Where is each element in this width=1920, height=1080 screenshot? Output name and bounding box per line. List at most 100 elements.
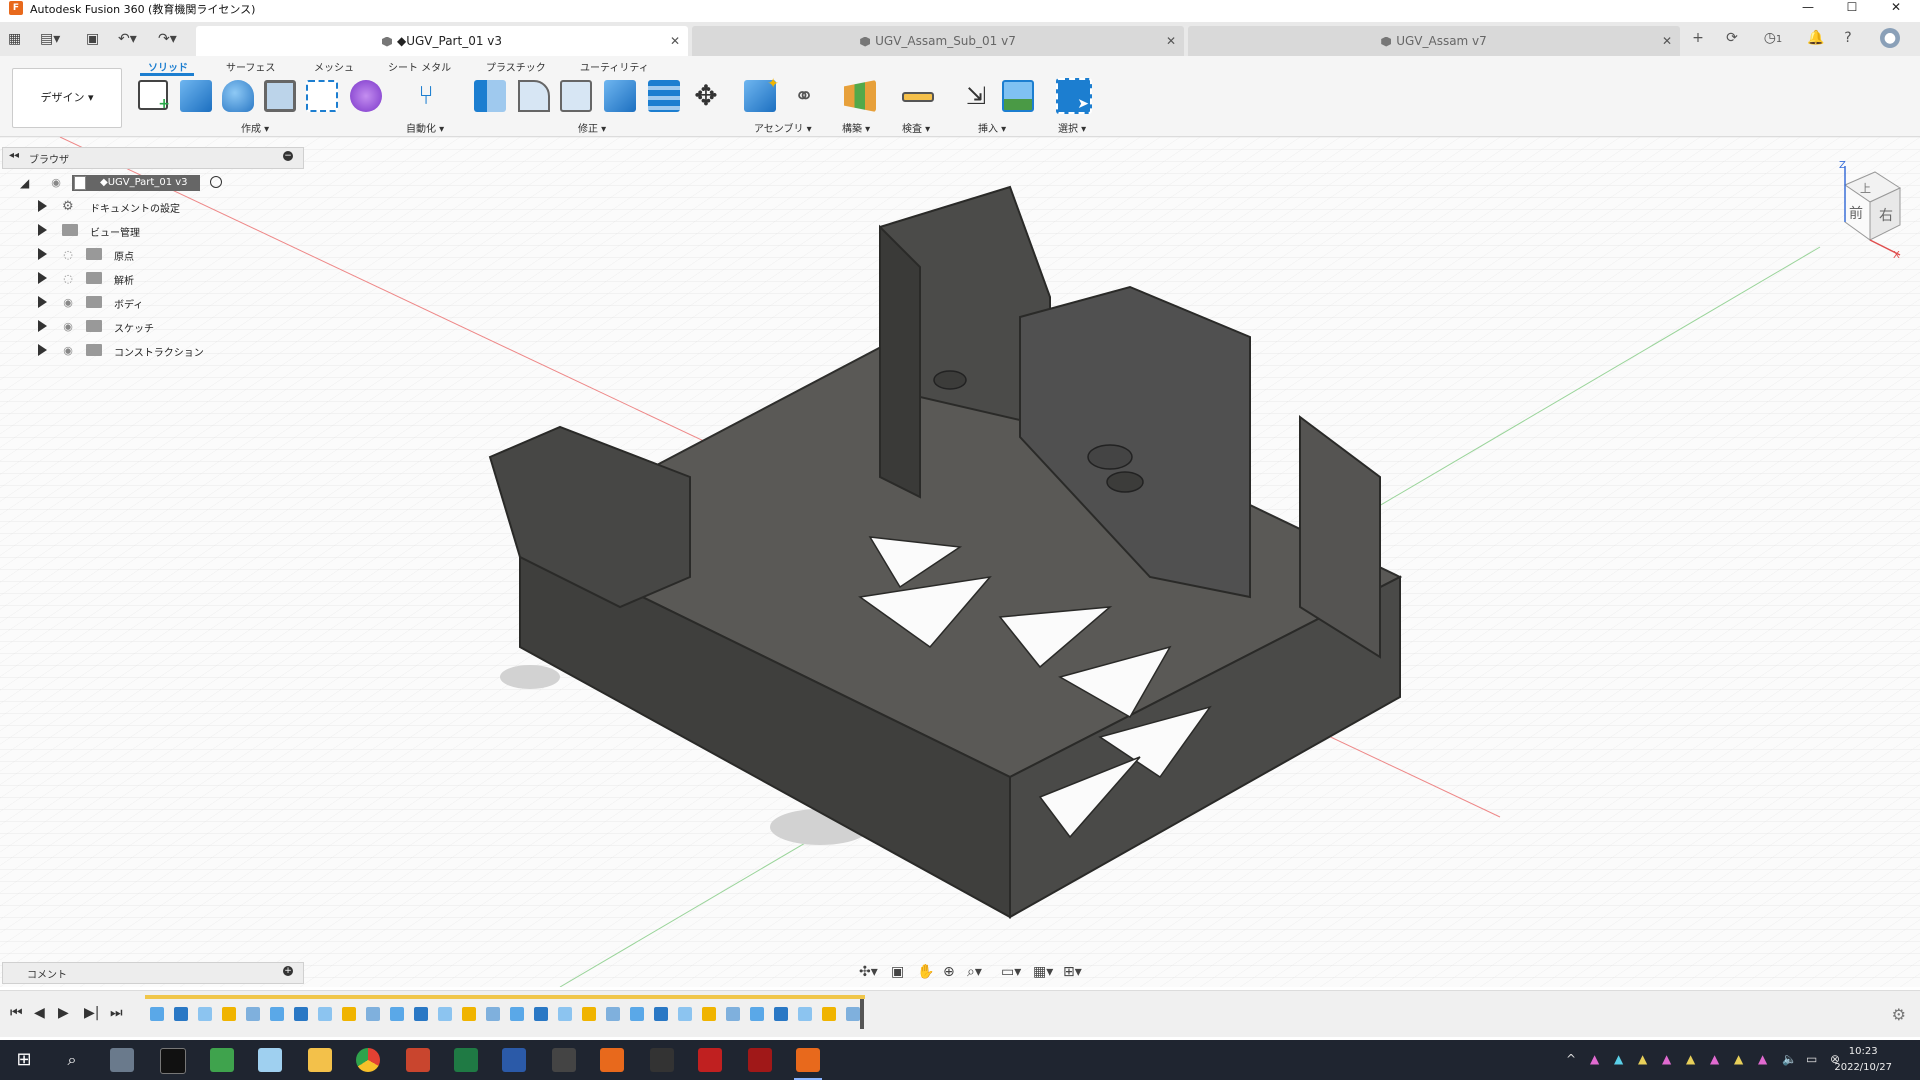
visibility-eye-icon[interactable]: ◉ xyxy=(62,321,74,333)
viewports-icon[interactable]: ⊞▾ xyxy=(1063,964,1082,980)
timeline-feature-icon[interactable] xyxy=(654,1007,668,1021)
tray-app-icon[interactable]: ▲ xyxy=(1590,1052,1599,1066)
save-icon[interactable]: ▣ xyxy=(86,31,99,47)
zoom-icon[interactable]: ⊕ xyxy=(943,964,955,980)
hidden-eye-icon[interactable]: ◌ xyxy=(62,249,74,261)
close-window-button[interactable]: ✕ xyxy=(1876,0,1916,16)
fillet-icon[interactable] xyxy=(518,80,550,112)
powerpoint-icon[interactable] xyxy=(406,1048,430,1072)
timeline-feature-icon[interactable] xyxy=(342,1007,356,1021)
timeline-feature-icon[interactable] xyxy=(702,1007,716,1021)
start-icon[interactable]: ⊞ xyxy=(12,1048,36,1072)
redo-icon[interactable]: ↷▾ xyxy=(158,31,177,47)
tray-overflow-icon[interactable]: ^ xyxy=(1566,1052,1576,1066)
maximize-button[interactable]: ☐ xyxy=(1832,0,1872,16)
close-tab-icon[interactable]: ✕ xyxy=(670,26,680,56)
measure-icon[interactable] xyxy=(902,92,934,102)
timeline-feature-icon[interactable] xyxy=(294,1007,308,1021)
group-construct[interactable]: 構築 ▾ xyxy=(842,120,870,135)
cad-app-icon[interactable] xyxy=(650,1048,674,1072)
job-status-icon[interactable]: ◷1 xyxy=(1756,28,1790,48)
expand-caret-icon[interactable] xyxy=(38,248,47,260)
group-inspect[interactable]: 検査 ▾ xyxy=(902,120,930,135)
timeline-feature-icon[interactable] xyxy=(798,1007,812,1021)
timeline-feature-icon[interactable] xyxy=(678,1007,692,1021)
comments-panel[interactable]: コメント + xyxy=(2,962,304,984)
tree-root-row[interactable]: ◢ ◉ ◆UGV_Part_01 v3 xyxy=(14,172,314,194)
sync-icon[interactable]: ⟳ xyxy=(1722,28,1742,48)
close-tab-icon[interactable]: ✕ xyxy=(1166,26,1176,56)
tree-item-document-settings[interactable]: ⚙ ドキュメントの設定 xyxy=(14,196,314,218)
expand-caret-icon[interactable] xyxy=(38,296,47,308)
tab-solid[interactable]: ソリッド xyxy=(148,59,188,74)
expand-caret-icon[interactable] xyxy=(38,200,47,212)
group-insert[interactable]: 挿入 ▾ xyxy=(978,120,1006,135)
timeline-feature-icon[interactable] xyxy=(174,1007,188,1021)
tree-item-named-views[interactable]: ビュー管理 xyxy=(14,220,314,242)
timeline-feature-icon[interactable] xyxy=(822,1007,836,1021)
new-tab-icon[interactable]: + xyxy=(1688,28,1708,48)
insert-derive-icon[interactable]: ⇲ xyxy=(960,80,992,112)
offset-plane-icon[interactable] xyxy=(844,80,876,112)
tree-item-analysis[interactable]: ◌ 解析 xyxy=(14,268,314,290)
collapse-root-icon[interactable]: ◢ xyxy=(20,176,34,190)
tree-item-construction[interactable]: ◉ コンストラクション xyxy=(14,340,314,362)
word-icon[interactable] xyxy=(502,1048,526,1072)
timeline-feature-icon[interactable] xyxy=(846,1007,860,1021)
insert-canvas-icon[interactable] xyxy=(1002,80,1034,112)
look-at-icon[interactable]: ▣ xyxy=(891,964,904,980)
group-automate[interactable]: 自動化 ▾ xyxy=(406,120,444,135)
visibility-eye-icon[interactable]: ◉ xyxy=(62,345,74,357)
timeline-feature-icon[interactable] xyxy=(726,1007,740,1021)
timeline-feature-icon[interactable] xyxy=(750,1007,764,1021)
timeline-feature-icon[interactable] xyxy=(438,1007,452,1021)
revolve-icon[interactable] xyxy=(222,80,254,112)
solidworks-icon[interactable] xyxy=(698,1048,722,1072)
select-icon[interactable]: ➤ xyxy=(1056,78,1092,114)
system-clock[interactable]: 10:23 2022/10/27 xyxy=(1834,1044,1892,1076)
timeline-feature-icon[interactable] xyxy=(270,1007,284,1021)
expand-caret-icon[interactable] xyxy=(38,224,47,236)
tray-app-icon[interactable]: ▲ xyxy=(1758,1052,1767,1066)
tab-ugv-part-01[interactable]: ◆UGV_Part_01 v3 ✕ xyxy=(196,26,688,56)
joint-icon[interactable]: ⚭ xyxy=(788,80,820,112)
group-create[interactable]: 作成 ▾ xyxy=(241,120,269,135)
timeline-feature-icon[interactable] xyxy=(150,1007,164,1021)
close-tab-icon[interactable]: ✕ xyxy=(1662,26,1672,56)
collapse-browser-icon[interactable]: ◂◂ xyxy=(9,150,19,161)
expand-caret-icon[interactable] xyxy=(38,344,47,356)
help-icon[interactable]: ? xyxy=(1838,28,1858,48)
pen-app-icon[interactable] xyxy=(258,1048,282,1072)
tab-mesh[interactable]: メッシュ xyxy=(314,59,354,74)
timeline-feature-icon[interactable] xyxy=(390,1007,404,1021)
terminal-icon[interactable] xyxy=(160,1048,186,1074)
notifications-icon[interactable]: 🔔 xyxy=(1806,28,1826,48)
volume-icon[interactable]: 🔈 xyxy=(1782,1052,1797,1066)
timeline-feature-icon[interactable] xyxy=(606,1007,620,1021)
tray-app-icon[interactable]: ▲ xyxy=(1710,1052,1719,1066)
shell-icon[interactable] xyxy=(560,80,592,112)
cad-2020-icon[interactable] xyxy=(748,1048,772,1072)
tab-plastic[interactable]: プラスチック xyxy=(486,59,546,74)
timeline-marker[interactable] xyxy=(860,999,864,1029)
timeline-feature-icon[interactable] xyxy=(198,1007,212,1021)
tray-app-icon[interactable]: ▲ xyxy=(1686,1052,1695,1066)
view-cube[interactable]: 上 前 右 Z X xyxy=(1815,160,1905,261)
timeline-feature-icon[interactable] xyxy=(318,1007,332,1021)
notepad-icon[interactable] xyxy=(210,1048,234,1072)
visibility-eye-icon[interactable]: ◉ xyxy=(62,297,74,309)
pattern-icon[interactable] xyxy=(306,80,338,112)
undo-icon[interactable]: ↶▾ xyxy=(118,31,137,47)
fusion-taskbar-icon[interactable] xyxy=(600,1048,624,1072)
file-app-icon[interactable] xyxy=(110,1048,134,1072)
minimize-button[interactable]: — xyxy=(1788,0,1828,16)
user-avatar[interactable]: ● xyxy=(1880,28,1900,48)
create-sketch-icon[interactable]: + xyxy=(138,80,170,112)
display-settings-icon[interactable]: ▭▾ xyxy=(1001,964,1021,980)
timeline-settings-icon[interactable]: ⚙ xyxy=(1892,1005,1906,1024)
hole-icon[interactable] xyxy=(264,80,296,112)
timeline-track[interactable] xyxy=(145,995,865,999)
tab-utility[interactable]: ユーティリティ xyxy=(580,59,649,74)
add-comment-icon[interactable]: + xyxy=(283,966,293,976)
play-icon[interactable]: ▶ xyxy=(58,1005,69,1021)
